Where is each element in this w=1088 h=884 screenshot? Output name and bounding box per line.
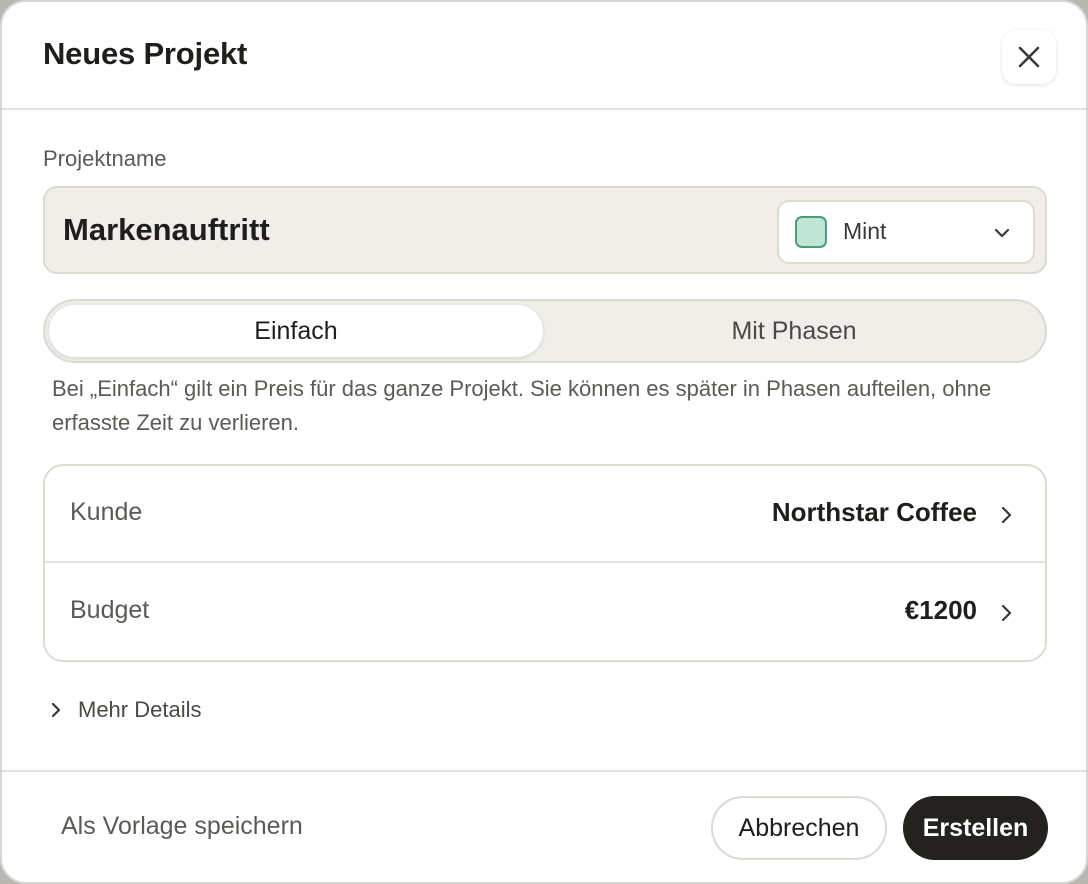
dialog-title: Neues Projekt [43,36,248,71]
dialog-footer: Als Vorlage speichern Abbrechen Erstelle… [2,770,1086,882]
details-card: Kunde Northstar Coffee Budget €1200 [43,464,1047,662]
cancel-button[interactable]: Abbrechen [711,796,887,860]
more-details-label: Mehr Details [78,697,202,722]
budget-label: Budget [70,596,150,624]
segment-einfach[interactable]: Einfach [49,305,543,357]
chevron-down-icon [994,228,1010,238]
more-details-toggle[interactable]: Mehr Details [48,692,201,728]
close-icon [1018,46,1040,68]
budget-value: €1200 [904,595,977,625]
chevron-right-icon [1001,506,1012,524]
segment-mit-phasen[interactable]: Mit Phasen [547,305,1041,357]
chevron-right-icon [51,702,61,718]
color-select-label: Mint [843,218,887,244]
project-name-field[interactable]: Markenauftritt Mint [43,186,1047,274]
customer-row[interactable]: Kunde Northstar Coffee [45,466,1045,563]
customer-value: Northstar Coffee [771,497,977,527]
new-project-dialog: Neues Projekt Projektname Markenauftritt… [0,0,1088,884]
dialog-header: Neues Projekt [2,2,1086,110]
create-button[interactable]: Erstellen [903,796,1048,860]
color-swatch [795,216,827,248]
project-name-label: Projektname [43,146,167,171]
save-as-template-button[interactable]: Als Vorlage speichern [61,812,303,841]
mode-hint-text: Bei „Einfach“ gilt ein Preis für das gan… [52,376,992,435]
mode-segmented-control: Einfach Mit Phasen [43,299,1047,363]
customer-label: Kunde [70,498,143,526]
budget-row[interactable]: Budget €1200 [45,564,1045,661]
color-select[interactable]: Mint [777,200,1035,264]
project-name-value[interactable]: Markenauftritt [63,212,270,248]
chevron-right-icon [1001,604,1012,622]
close-button[interactable] [1002,30,1056,84]
